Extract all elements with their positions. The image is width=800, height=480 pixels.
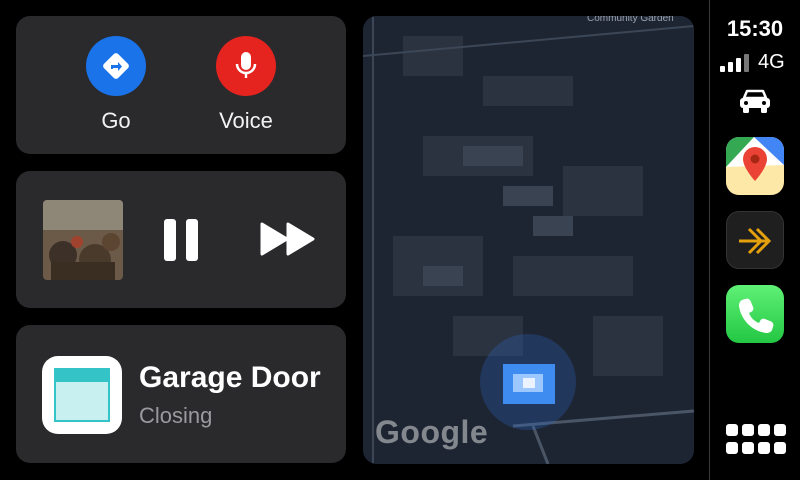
- plexamp-app-icon[interactable]: [726, 211, 784, 269]
- map-view[interactable]: Community Garden Google: [363, 16, 694, 464]
- fast-forward-icon[interactable]: [260, 221, 316, 257]
- directions-icon: [103, 53, 129, 79]
- garage-door-status: Closing: [139, 403, 213, 428]
- garage-door-title: Garage Door: [139, 361, 321, 394]
- google-attribution: Google: [375, 414, 489, 450]
- microphone-icon: [235, 52, 257, 78]
- voice-button[interactable]: [216, 36, 276, 96]
- album-art[interactable]: [43, 200, 123, 280]
- go-label: Go: [101, 108, 131, 133]
- clock: 15:30: [726, 16, 784, 41]
- google-maps-app-icon[interactable]: [726, 137, 784, 195]
- navigation-card: Go Voice: [16, 16, 346, 154]
- map-road-label: Community Garden: [587, 16, 674, 24]
- garage-door-card[interactable]: Garage Door Closing: [16, 325, 346, 463]
- garage-door-icon: [42, 356, 122, 434]
- car-icon[interactable]: [738, 88, 772, 114]
- pause-icon[interactable]: [164, 219, 200, 261]
- now-playing-card[interactable]: [16, 171, 346, 308]
- phone-app-icon[interactable]: [726, 285, 784, 343]
- network-type: 4G: [758, 51, 785, 73]
- app-grid-icon[interactable]: [726, 424, 786, 460]
- go-button[interactable]: [86, 36, 146, 96]
- carplay-dock: 15:30 4G: [710, 0, 800, 480]
- voice-label: Voice: [219, 108, 273, 133]
- cellular-signal-icon: [720, 54, 749, 72]
